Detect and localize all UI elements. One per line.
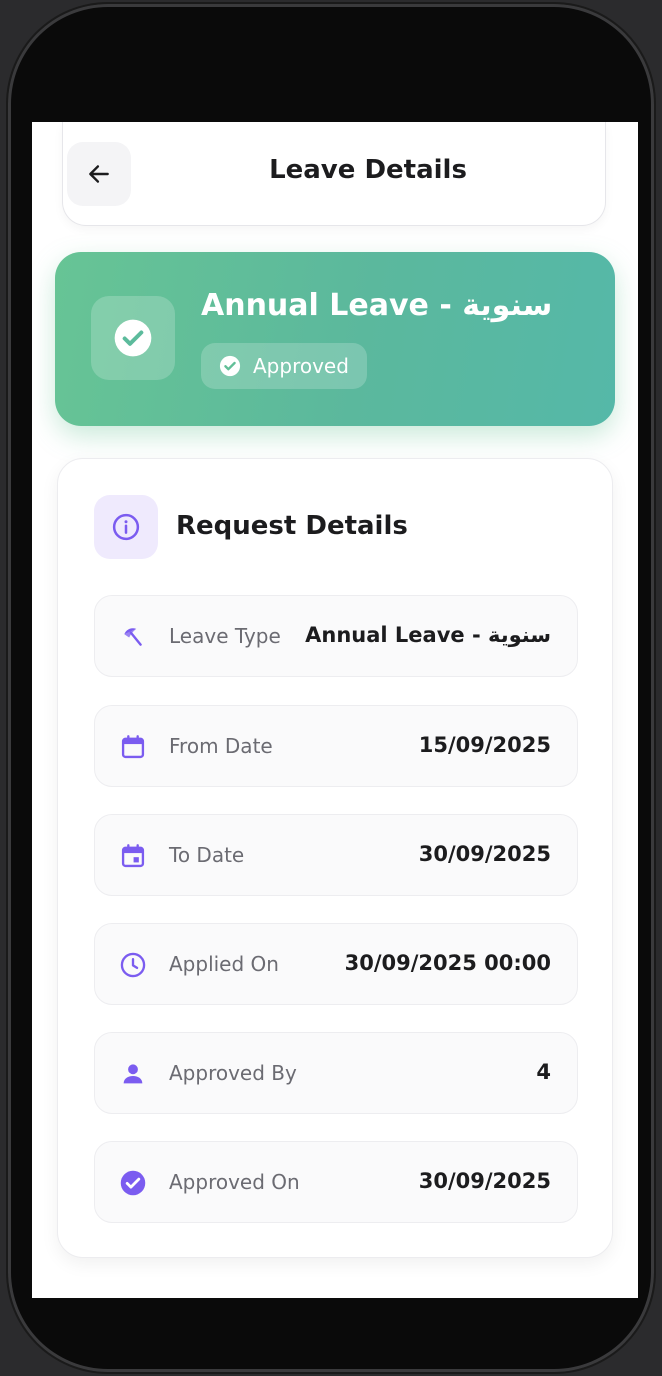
row-label: Approved By — [169, 1061, 297, 1085]
row-value: 30/09/2025 — [418, 842, 551, 866]
detail-row-applied-on: Applied On 30/09/2025 00:00 — [94, 923, 578, 1005]
screen: Leave Details Annual Leave - سنوية Appro… — [32, 122, 638, 1298]
top-app-bar: Leave Details — [62, 122, 606, 226]
detail-row-from-date: From Date 15/09/2025 — [94, 705, 578, 787]
status-badge-label: Approved — [253, 354, 349, 378]
info-icon — [112, 513, 140, 541]
detail-row-to-date: To Date 30/09/2025 — [94, 814, 578, 896]
detail-row-approved-on: Approved On 30/09/2025 — [94, 1141, 578, 1223]
row-value: Annual Leave - سنوية — [305, 623, 551, 647]
calendar-event-icon — [119, 842, 147, 870]
status-icon-container — [91, 296, 175, 380]
leave-status-card: Annual Leave - سنوية Approved — [55, 252, 615, 426]
row-value: 15/09/2025 — [418, 733, 551, 757]
info-icon-container — [94, 495, 158, 559]
check-circle-icon — [119, 1169, 147, 1197]
detail-row-leave-type: Leave Type Annual Leave - سنوية — [94, 595, 578, 677]
row-label: Applied On — [169, 952, 279, 976]
section-title: Request Details — [176, 511, 408, 541]
status-badge: Approved — [201, 343, 367, 389]
calendar-icon — [119, 733, 147, 761]
beach-umbrella-icon — [119, 623, 147, 651]
check-circle-icon — [114, 319, 152, 357]
row-value: 30/09/2025 — [418, 1169, 551, 1193]
row-label: Leave Type — [169, 624, 281, 648]
leave-type-title: Annual Leave - سنوية — [201, 288, 553, 323]
check-circle-icon — [219, 355, 241, 377]
clock-icon — [119, 951, 147, 979]
row-label: Approved On — [169, 1170, 300, 1194]
request-details-card: Request Details Leave Type Annual Leave … — [57, 458, 613, 1258]
row-value: 4 — [536, 1060, 551, 1084]
row-label: To Date — [169, 843, 245, 867]
row-label: From Date — [169, 734, 273, 758]
page-title: Leave Details — [269, 155, 467, 185]
detail-row-approved-by: Approved By 4 — [94, 1032, 578, 1114]
person-icon — [119, 1060, 147, 1088]
row-value: 30/09/2025 00:00 — [344, 951, 551, 975]
